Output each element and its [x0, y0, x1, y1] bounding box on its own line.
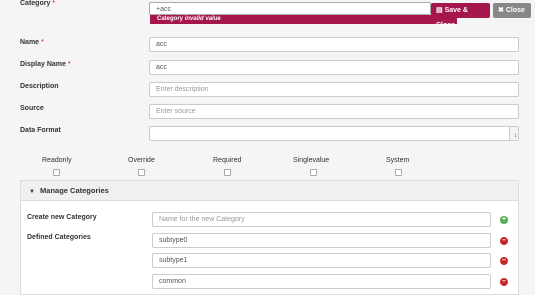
category-item-input[interactable]: subtype0 [152, 233, 491, 248]
data-format-select[interactable]: ↕ [149, 126, 519, 141]
data-format-label: Data Format [20, 127, 61, 134]
add-category-icon[interactable]: + [500, 216, 508, 224]
description-label: Description [20, 83, 59, 90]
source-input[interactable]: Enter source [149, 104, 519, 119]
remove-category-icon[interactable]: – [500, 278, 508, 286]
singlevalue-checkbox[interactable] [310, 169, 317, 176]
readonly-checkbox[interactable] [53, 169, 60, 176]
required-checkbox[interactable] [224, 169, 231, 176]
display-name-input[interactable]: acc [149, 60, 519, 75]
remove-category-icon[interactable]: – [500, 257, 508, 265]
flag-readonly-label: Readonly [42, 157, 72, 164]
name-label: Name * [20, 39, 44, 46]
system-checkbox[interactable] [395, 169, 402, 176]
create-category-label: Create new Category [27, 214, 97, 221]
display-name-label: Display Name * [20, 61, 71, 68]
flag-override-label: Override [128, 157, 155, 164]
category-label-text: Category [20, 0, 51, 7]
description-input[interactable]: Enter description [149, 82, 519, 97]
defined-categories-label: Defined Categories [27, 234, 91, 241]
close-icon: ✖ [498, 7, 504, 14]
category-item-input[interactable]: subtype1 [152, 253, 491, 268]
manage-categories-header[interactable]: ▼ Manage Categories [21, 181, 518, 201]
close-button[interactable]: ✖ Close [493, 3, 531, 18]
category-input[interactable]: +acc [149, 2, 431, 15]
category-value: +acc [156, 6, 171, 13]
new-category-input[interactable]: Name for the new Category [152, 212, 491, 227]
flag-singlevalue-label: Singlevalue [293, 157, 330, 164]
chevron-updown-icon: ↕ [514, 133, 517, 139]
flag-system-label: System [386, 157, 410, 164]
remove-category-icon[interactable]: – [500, 237, 508, 245]
save-icon: ▤ [436, 7, 443, 14]
category-label: Category * [20, 0, 56, 7]
category-error-message: Category invalid value [150, 15, 457, 24]
override-checkbox[interactable] [138, 169, 145, 176]
caret-down-icon: ▼ [29, 189, 35, 195]
name-input[interactable]: acc [149, 37, 519, 52]
source-label: Source [20, 105, 44, 112]
flag-required-label: Required [213, 157, 242, 164]
save-close-button[interactable]: ▤ Save & Close [431, 3, 490, 29]
category-item-input[interactable]: common [152, 274, 491, 289]
